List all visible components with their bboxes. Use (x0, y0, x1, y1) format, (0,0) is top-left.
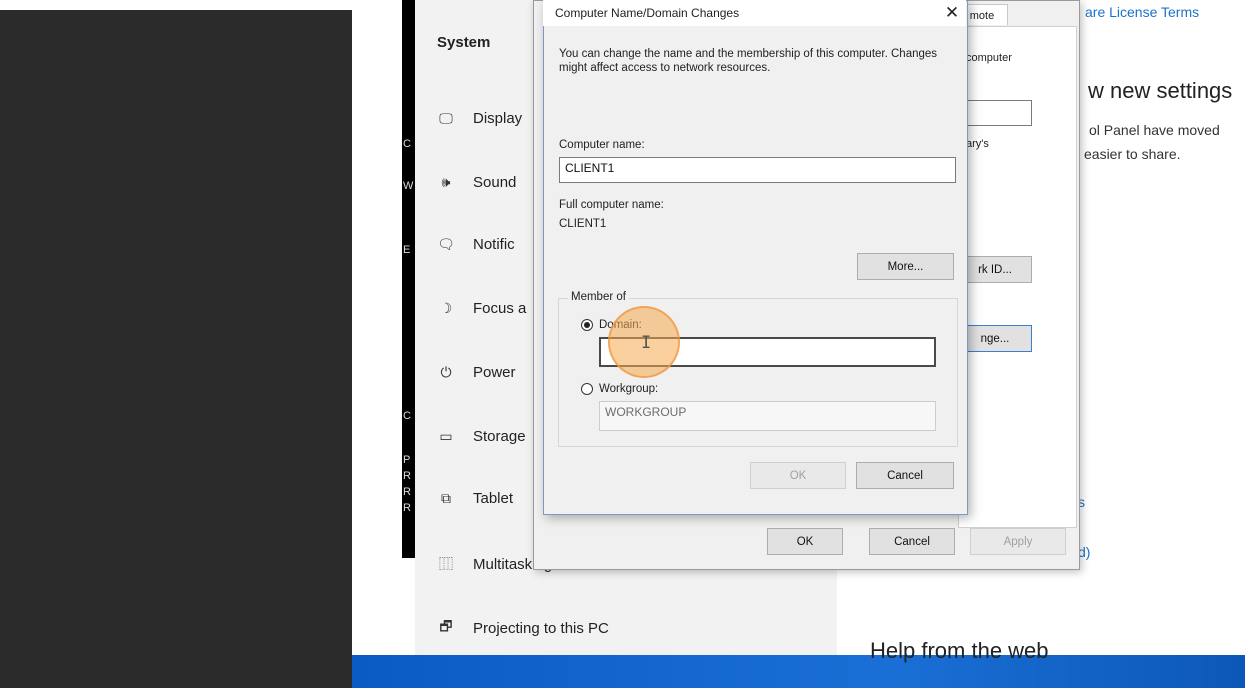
member-of-label: Member of (568, 290, 629, 304)
console-letter: R (403, 486, 411, 498)
console-letter: E (403, 244, 411, 256)
console-letter: C (403, 138, 411, 150)
projecting-icon: 🗗 (439, 618, 453, 634)
nav-item-label: Storage (473, 427, 526, 445)
computer-description-text: computer (966, 52, 1012, 64)
power-icon: ⏻ (440, 363, 452, 380)
console-letter: R (403, 502, 411, 514)
full-computer-name-label: Full computer name: (559, 199, 664, 211)
nav-item-label: Focus a (473, 299, 527, 317)
apply-button: Apply (970, 528, 1066, 555)
nav-item-label: Power (473, 363, 516, 381)
nav-item-power[interactable]: ⏻ Power (437, 352, 516, 392)
nav-item-projecting[interactable]: 🗗 Projecting to this PC (437, 608, 609, 648)
domain-radio[interactable] (581, 319, 593, 331)
info-text-line: ol Panel have moved (1089, 122, 1220, 138)
help-from-web-heading: Help from the web (870, 638, 1049, 663)
console-letter: W (403, 180, 414, 192)
focus-assist-icon: ☽ (439, 299, 453, 316)
close-icon[interactable]: ✕ (942, 3, 962, 23)
tablet-icon: ⧉ (441, 489, 451, 506)
nav-item-tablet[interactable]: ⧉ Tablet (437, 478, 513, 518)
cancel-button[interactable]: Cancel (869, 528, 955, 555)
nav-item-focus-assist[interactable]: ☽ Focus a (437, 288, 527, 328)
change-button[interactable]: nge... (958, 325, 1032, 352)
license-terms-link[interactable]: are License Terms (1085, 4, 1199, 20)
info-text-line: easier to share. (1084, 146, 1181, 162)
desktop-background (352, 655, 1245, 688)
dialog-title: Computer Name/Domain Changes (555, 6, 740, 20)
text-cursor-icon: I (641, 333, 652, 353)
network-id-button[interactable]: rk ID... (958, 256, 1032, 283)
multitasking-icon: ⿲ (439, 556, 453, 572)
nav-item-display[interactable]: 🖵 Display (437, 98, 522, 138)
computer-name-label: Computer name: (559, 139, 645, 151)
background-dark-panel (0, 10, 352, 688)
console-letter: C (403, 410, 411, 422)
dialog-cancel-button[interactable]: Cancel (856, 462, 954, 489)
console-letter: P (403, 454, 411, 466)
nav-item-label: Projecting to this PC (473, 619, 609, 637)
settings-section-title: System (437, 34, 491, 51)
computer-description-field[interactable] (966, 100, 1032, 126)
nav-item-notifications[interactable]: 🗨 Notific (437, 224, 515, 264)
computer-name-field[interactable]: CLIENT1 (559, 157, 956, 183)
workgroup-label: Workgroup: (599, 383, 659, 395)
ok-button[interactable]: OK (767, 528, 843, 555)
sound-icon: 🕪 (441, 173, 451, 190)
dialog-description: You can change the name and the membersh… (559, 48, 938, 74)
workgroup-field: WORKGROUP (599, 401, 936, 431)
nav-item-label: Display (473, 109, 523, 127)
nav-item-sound[interactable]: 🕪 Sound (437, 162, 517, 202)
example-text: ary's (966, 138, 989, 150)
workgroup-radio[interactable] (581, 383, 593, 395)
nav-item-storage[interactable]: ▭ Storage (437, 416, 526, 456)
nav-item-label: Tablet (473, 489, 514, 507)
console-letter: R (403, 470, 411, 482)
full-computer-name-value: CLIENT1 (559, 218, 607, 230)
new-settings-heading: w new settings (1088, 78, 1233, 103)
dialog-ok-button: OK (750, 462, 846, 489)
nav-item-label: Sound (473, 173, 517, 191)
notifications-icon: 🗨 (437, 235, 455, 252)
more-button[interactable]: More... (857, 253, 954, 280)
nav-item-label: Notific (473, 235, 515, 253)
display-icon: 🖵 (439, 109, 453, 126)
storage-icon: ▭ (439, 427, 453, 444)
